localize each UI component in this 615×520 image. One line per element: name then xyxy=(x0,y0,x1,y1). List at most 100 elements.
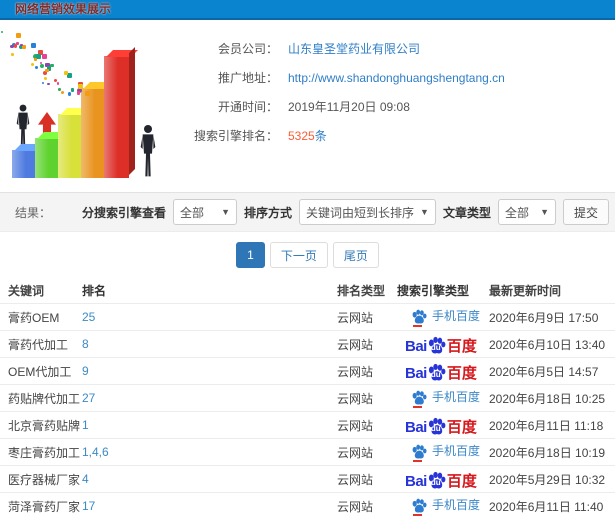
confetti-dot xyxy=(31,43,36,48)
rank-link[interactable]: 27 xyxy=(82,391,95,405)
sort-select[interactable]: 关键词由短到长排序 ▼ xyxy=(299,199,436,225)
engine-filter-label: 分搜索引擎查看 xyxy=(82,205,167,220)
engine-cell: Bai du 百度 xyxy=(397,470,489,489)
confetti-dot xyxy=(33,57,38,62)
col-header-engine-type: 搜索引擎类型 xyxy=(397,284,470,298)
confetti-dot xyxy=(70,88,75,92)
businessman-right-icon xyxy=(140,125,156,177)
baidu-paw-icon xyxy=(411,389,427,408)
confetti-dot xyxy=(11,53,14,56)
engine-label: 手机百度 xyxy=(432,498,481,513)
info-section: 会员公司： 山东皇圣堂药业有限公司 推广地址： http://www.shand… xyxy=(0,20,615,192)
last-page-button[interactable]: 尾页 xyxy=(332,242,379,268)
rank-link[interactable]: 8 xyxy=(82,337,89,351)
engine-cell: Bai du 百度 xyxy=(397,335,489,354)
sort-select-value: 关键词由短到长排序 xyxy=(306,205,415,220)
page-1-button[interactable]: 1 xyxy=(236,242,265,268)
table-body: 膏药OEM 25 云网站 手机百度 2020年6月9日 17:50 膏药代加工 … xyxy=(0,303,615,519)
info-field-value[interactable]: http://www.shandonghuangshengtang.cn xyxy=(288,71,505,85)
submit-button[interactable]: 提交 xyxy=(562,199,609,225)
table-row: 膏药代加工 8 云网站 Bai du 百度 2020年6月10日 13:40 xyxy=(0,330,615,357)
baidu-paw-icon: du xyxy=(427,416,446,435)
baidu-logo-bai: Bai xyxy=(405,472,427,490)
chart-bar-2 xyxy=(35,129,69,178)
header-bar: 网络营销效果展示 xyxy=(0,0,615,20)
baidu-paw-icon xyxy=(411,308,427,327)
keyword-cell: OEM代加工 xyxy=(8,364,72,379)
rank-type-cell: 云网站 xyxy=(337,310,374,325)
mobile-baidu-logo: 手机百度 xyxy=(411,496,481,516)
engine-label: 手机百度 xyxy=(432,390,481,405)
confetti-dot xyxy=(67,91,72,96)
mobile-baidu-logo: 手机百度 xyxy=(411,307,481,327)
info-fields: 会员公司： 山东皇圣堂药业有限公司 推广地址： http://www.shand… xyxy=(182,34,612,150)
rank-link[interactable]: 9 xyxy=(82,364,89,378)
confetti-dot xyxy=(30,63,34,67)
col-header-rank-type: 排名类型 xyxy=(337,284,386,298)
keyword-cell: 医疗器械厂家 xyxy=(8,472,81,487)
confetti-dot xyxy=(84,90,90,96)
confetti-dot xyxy=(76,90,81,95)
baidu-logo: Bai du 百度 xyxy=(405,416,477,435)
confetti-dot xyxy=(0,30,3,33)
article-type-select[interactable]: 全部 ▼ xyxy=(497,199,556,225)
info-field-value[interactable]: 山东皇圣堂药业有限公司 xyxy=(288,40,420,57)
baidu-logo: Bai du 百度 xyxy=(405,362,477,381)
baidu-logo-bai: Bai xyxy=(405,418,427,436)
info-field-row: 会员公司： 山东皇圣堂药业有限公司 xyxy=(182,34,612,63)
baidu-logo-bai: Bai xyxy=(405,364,427,382)
engine-cell: Bai du 百度 xyxy=(397,416,489,435)
confetti-dot xyxy=(41,54,47,60)
rank-link[interactable]: 25 xyxy=(82,310,95,324)
engine-label: 手机百度 xyxy=(432,309,481,324)
baidu-paw-icon: du xyxy=(427,335,446,354)
confetti-dot xyxy=(56,81,60,85)
confetti-dot xyxy=(63,71,68,76)
chevron-down-icon: ▼ xyxy=(540,207,549,217)
engine-cell: 手机百度 xyxy=(397,307,489,327)
table-row: 北京膏药贴牌 1 云网站 Bai du 百度 2020年6月11日 11:18 xyxy=(0,411,615,438)
rank-type-cell: 云网站 xyxy=(337,499,374,514)
keyword-cell: 膏药OEM xyxy=(8,310,60,325)
info-field-row: 开通时间： 2019年11月20日 09:08 xyxy=(182,92,612,121)
col-header-rank: 排名 xyxy=(82,284,107,298)
baidu-logo: Bai du 百度 xyxy=(405,470,477,489)
rank-type-cell: 云网站 xyxy=(337,445,374,460)
confetti-dot xyxy=(50,63,55,68)
engine-cell: 手机百度 xyxy=(397,496,489,516)
next-page-button[interactable]: 下一页 xyxy=(269,242,328,268)
chart-bar-4 xyxy=(81,79,115,178)
info-field-row: 推广地址： http://www.shandonghuangshengtang.… xyxy=(182,63,612,92)
table-row: 药贴牌代加工 27 云网站 手机百度 2020年6月18日 10:25 xyxy=(0,384,615,411)
time-cell: 2020年6月11日 11:40 xyxy=(489,499,604,514)
time-cell: 2020年6月10日 13:40 xyxy=(489,337,606,352)
confetti-dot xyxy=(42,82,45,85)
article-type-label: 文章类型 xyxy=(442,205,491,220)
chart-illustration xyxy=(0,26,185,186)
rank-type-cell: 云网站 xyxy=(337,337,374,352)
baidu-paw-icon: du xyxy=(427,362,446,381)
info-field-label: 搜索引擎排名： xyxy=(193,129,278,143)
baidu-paw-icon xyxy=(411,497,427,516)
engine-select-value: 全部 xyxy=(180,205,205,220)
engine-cell: 手机百度 xyxy=(397,442,489,462)
time-cell: 2020年6月18日 10:25 xyxy=(489,391,606,406)
confetti-dot xyxy=(47,82,50,86)
rank-link[interactable]: 1 xyxy=(82,418,89,432)
filter-bar: 结果： 分搜索引擎查看 全部 ▼ 排序方式 关键词由短到长排序 ▼ 文章类型 全… xyxy=(0,192,615,232)
info-field-label: 推广地址： xyxy=(217,71,278,85)
engine-select[interactable]: 全部 ▼ xyxy=(173,199,238,225)
time-cell: 2020年6月5日 14:57 xyxy=(489,364,599,379)
rank-link[interactable]: 17 xyxy=(82,499,95,513)
baidu-logo-bai: Bai xyxy=(405,337,427,355)
rank-type-cell: 云网站 xyxy=(337,472,374,487)
keyword-cell: 菏泽膏药厂家 xyxy=(8,499,81,514)
info-field-value: 2019年11月20日 09:08 xyxy=(288,100,410,114)
chevron-down-icon: ▼ xyxy=(221,207,231,217)
rank-link[interactable]: 1,4,6 xyxy=(82,445,109,459)
rank-type-cell: 云网站 xyxy=(337,391,374,406)
info-field-value: 5325条 xyxy=(288,129,327,143)
col-header-update-time: 最新更新时间 xyxy=(489,284,562,298)
rank-link[interactable]: 4 xyxy=(82,472,89,486)
table-row: 枣庄膏药加工 1,4,6 云网站 手机百度 2020年6月18日 10:19 xyxy=(0,438,615,465)
